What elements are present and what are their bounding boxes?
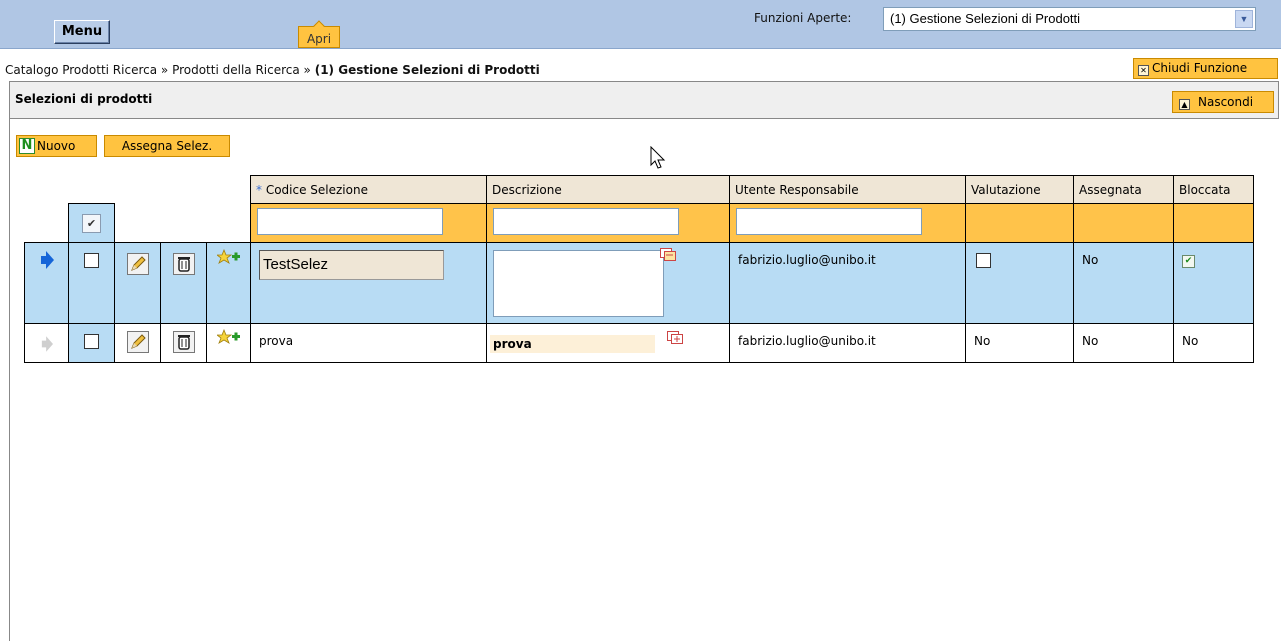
filter-descrizione-input[interactable] <box>493 208 679 235</box>
apri-pointer <box>313 20 325 32</box>
mouse-pointer-icon <box>650 146 666 169</box>
edit-pencil-icon[interactable] <box>126 253 149 275</box>
new-icon: N <box>19 138 35 154</box>
add-favorite-cell <box>206 242 251 324</box>
bloccata-checkbox[interactable]: ✔ <box>1182 255 1195 268</box>
filter-codice-input[interactable] <box>257 208 443 235</box>
filter-assegnata-cell <box>1073 203 1174 243</box>
row-select-checkbox[interactable] <box>84 253 99 268</box>
row-indicator-cell <box>24 242 69 324</box>
open-functions-select[interactable]: (1) Gestione Selezioni di Prodotti ▼ <box>883 7 1256 31</box>
new-label: Nuovo <box>37 139 76 153</box>
header-valutazione[interactable]: Valutazione <box>965 175 1074 204</box>
filter-row: ✔ <box>25 203 1254 243</box>
new-button[interactable]: N Nuovo <box>16 135 97 157</box>
assegnata-cell: No <box>1073 323 1174 363</box>
filter-descrizione-cell <box>486 203 730 243</box>
header-spacer <box>25 176 251 204</box>
trash-icon[interactable] <box>172 253 195 275</box>
header-codice[interactable]: * Codice Selezione <box>250 175 487 204</box>
breadcrumb-catalogo[interactable]: Catalogo Prodotti Ricerca <box>5 63 157 77</box>
row-arrow-icon <box>41 336 53 352</box>
table-row[interactable]: TestSelez fabrizio.luglio@unibo.it No ✔ <box>24 242 1254 324</box>
required-mark: * <box>256 182 262 197</box>
star-add-icon[interactable] <box>215 328 241 347</box>
top-bar: Menu Apri Funzioni Aperte: (1) Gestione … <box>0 0 1281 49</box>
expand-editor-icon[interactable] <box>667 331 683 345</box>
collapse-icon: ▲ <box>1179 99 1190 110</box>
valutazione-checkbox[interactable] <box>976 253 991 268</box>
selections-table: * Codice Selezione Descrizione Utente Re… <box>24 175 1254 363</box>
header-utente[interactable]: Utente Responsabile <box>729 175 966 204</box>
codice-cell: TestSelez <box>250 242 487 324</box>
breadcrumb-current: (1) Gestione Selezioni di Prodotti <box>314 63 540 77</box>
row-select-cell <box>68 323 115 363</box>
row-select-checkbox[interactable] <box>84 334 99 349</box>
filter-spacer <box>25 204 69 243</box>
apri-label: Apri <box>306 32 332 46</box>
edit-cell <box>114 323 161 363</box>
hide-button[interactable]: ▲ Nascondi <box>1172 91 1274 113</box>
bloccata-cell: No <box>1173 323 1254 363</box>
select-all-cell: ✔ <box>68 203 115 243</box>
utente-cell: fabrizio.luglio@unibo.it <box>729 242 966 324</box>
filter-utente-input[interactable] <box>736 208 922 235</box>
breadcrumb: Catalogo Prodotti Ricerca » Prodotti del… <box>5 63 540 77</box>
valutazione-cell <box>965 242 1074 324</box>
filter-spacer <box>115 204 251 243</box>
valutazione-cell: No <box>965 323 1074 363</box>
utente-cell: fabrizio.luglio@unibo.it <box>729 323 966 363</box>
header-descrizione[interactable]: Descrizione <box>486 175 730 204</box>
delete-cell <box>160 323 207 363</box>
edit-pencil-icon[interactable] <box>126 331 149 353</box>
descrizione-value: prova <box>490 335 655 353</box>
filter-utente-cell <box>729 203 966 243</box>
assign-selection-button[interactable]: Assegna Selez. <box>104 135 230 157</box>
hide-label: Nascondi <box>1198 95 1254 109</box>
descrizione-cell <box>486 242 730 324</box>
close-function-button[interactable]: ✕ Chiudi Funzione <box>1133 58 1278 79</box>
open-functions-value: (1) Gestione Selezioni di Prodotti <box>890 11 1081 26</box>
table-row[interactable]: prova prova fabrizio.luglio@unibo.it No … <box>24 323 1254 363</box>
bloccata-cell: ✔ <box>1173 242 1254 324</box>
expand-editor-icon[interactable] <box>660 248 676 262</box>
assegnata-cell: No <box>1073 242 1174 324</box>
header-bloccata[interactable]: Bloccata <box>1173 175 1254 204</box>
filter-valutazione-cell <box>965 203 1074 243</box>
delete-cell <box>160 242 207 324</box>
header-row: * Codice Selezione Descrizione Utente Re… <box>25 175 1254 204</box>
breadcrumb-separator: » <box>157 63 173 77</box>
chevron-down-icon[interactable]: ▼ <box>1235 10 1253 28</box>
select-all-checkbox[interactable]: ✔ <box>82 214 101 233</box>
menu-button[interactable]: Menu <box>54 20 110 44</box>
breadcrumb-separator: » <box>299 63 315 77</box>
header-codice-label: Codice Selezione <box>265 182 368 197</box>
star-add-icon[interactable] <box>215 248 241 267</box>
descrizione-textarea[interactable] <box>493 250 664 317</box>
codice-input[interactable]: TestSelez <box>259 250 444 280</box>
panel-title: Selezioni di prodotti <box>15 92 153 106</box>
edit-cell <box>114 242 161 324</box>
apri-button[interactable]: Apri <box>298 20 340 48</box>
add-favorite-cell <box>206 323 251 363</box>
close-function-label: Chiudi Funzione <box>1152 61 1248 75</box>
descrizione-cell: prova <box>486 323 730 363</box>
current-row-arrow-icon <box>40 251 54 269</box>
filter-bloccata-cell <box>1173 203 1254 243</box>
header-assegnata[interactable]: Assegnata <box>1073 175 1174 204</box>
trash-icon[interactable] <box>172 331 195 353</box>
row-indicator-cell <box>24 323 69 363</box>
open-functions-label: Funzioni Aperte: <box>754 11 852 25</box>
codice-cell: prova <box>250 323 487 363</box>
filter-codice-cell <box>250 203 487 243</box>
panel-header: Selezioni di prodotti ▲ Nascondi <box>10 81 1279 119</box>
breadcrumb-prodotti[interactable]: Prodotti della Ricerca <box>172 63 300 77</box>
close-icon: ✕ <box>1138 65 1149 76</box>
row-select-cell <box>68 242 115 324</box>
